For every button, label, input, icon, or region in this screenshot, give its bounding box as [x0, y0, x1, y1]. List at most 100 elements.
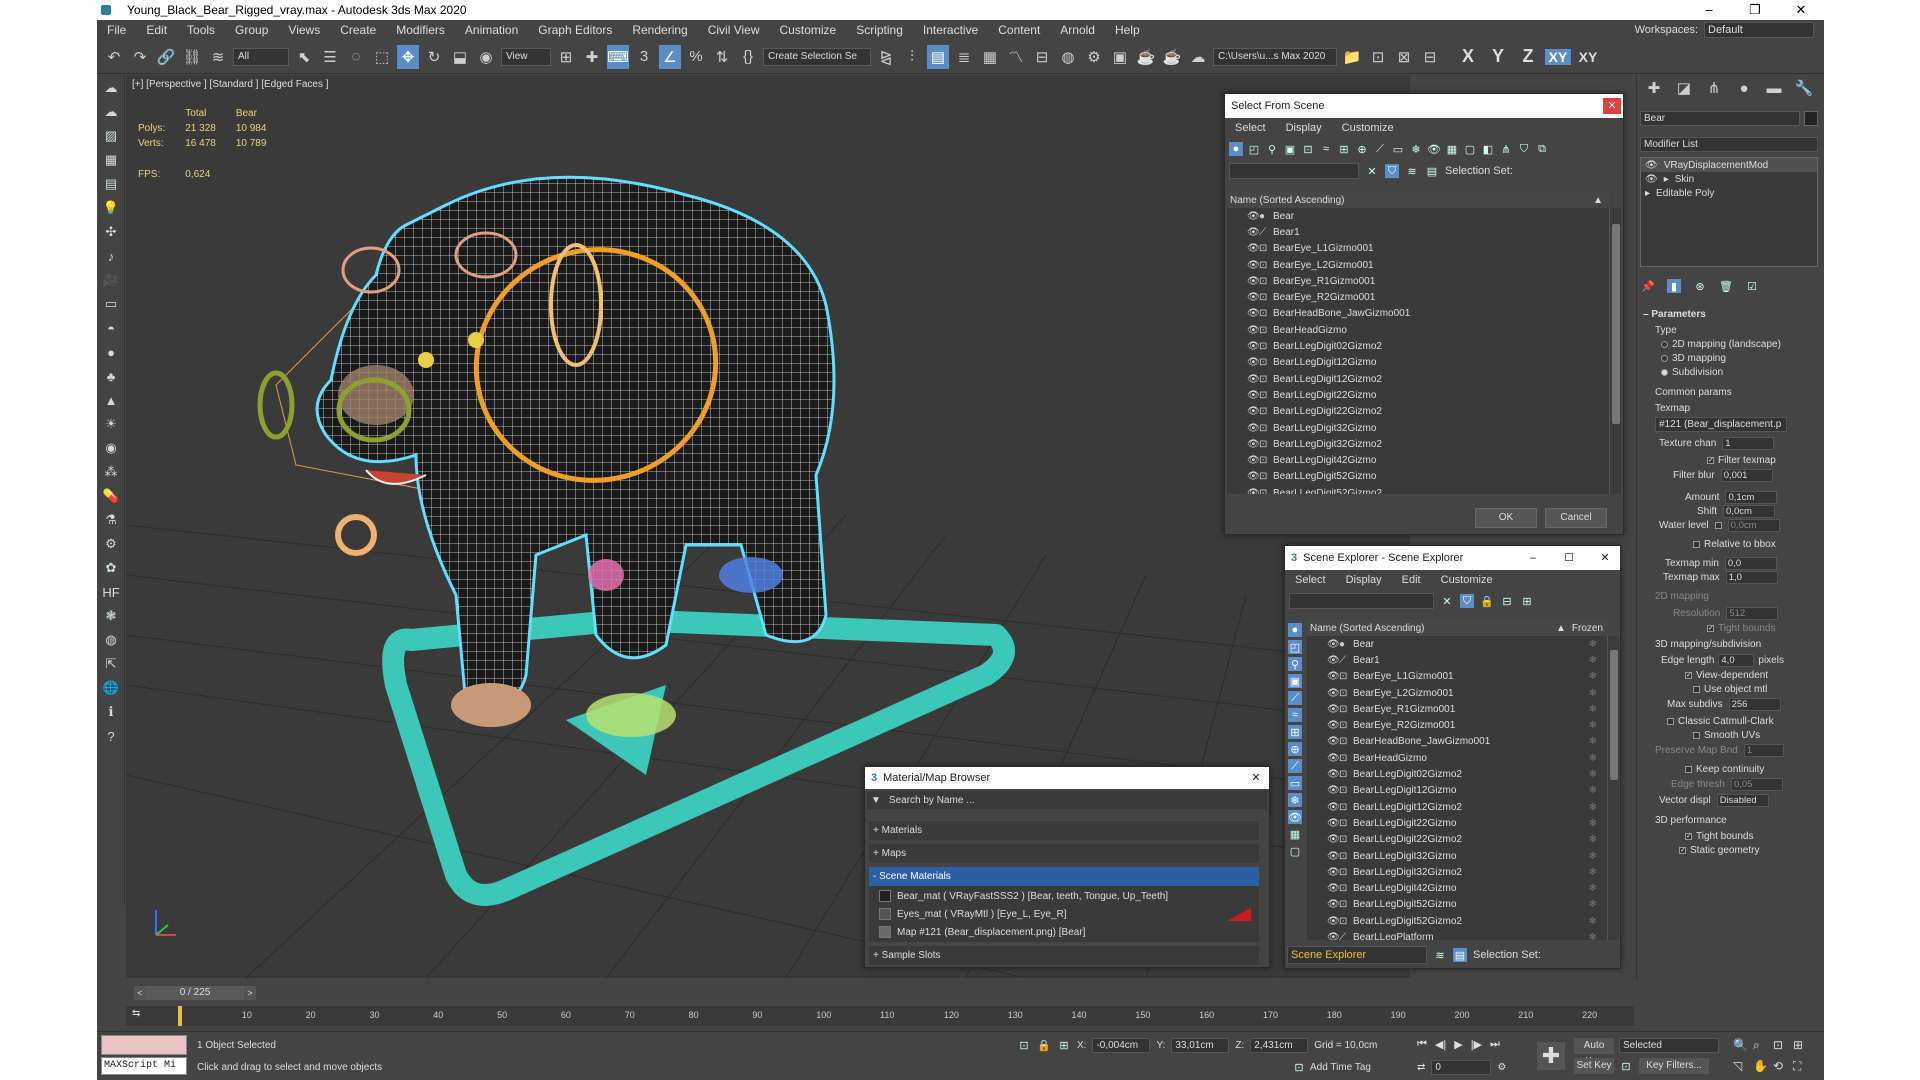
filter-containers-icon[interactable]: ▭ [1391, 142, 1405, 156]
workspace-dropdown[interactable]: Default [1704, 22, 1814, 38]
se-frozen-header[interactable]: Frozen [1572, 623, 1603, 634]
menu-graph-editors[interactable]: Graph Editors [528, 23, 622, 37]
field-of-view-icon[interactable]: ◹ [1733, 1059, 1753, 1074]
material-browser-close[interactable]: ✕ [1247, 770, 1265, 786]
dome-icon[interactable]: ◓ [99, 317, 123, 339]
vector-displ-dropdown[interactable]: Disabled [1716, 794, 1769, 807]
menu-create[interactable]: Create [330, 23, 386, 37]
helper-icon[interactable]: ✣ [99, 221, 123, 243]
visibility-eye-icon[interactable]: 👁 [1247, 341, 1260, 352]
render-cloud-icon[interactable]: ☁ [1187, 45, 1209, 69]
frozen-toggle-icon[interactable]: ❄ [1589, 802, 1597, 813]
flask-icon[interactable]: ⚗ [99, 509, 123, 531]
menu-animation[interactable]: Animation [455, 23, 528, 37]
cone-icon[interactable]: ▲ [99, 389, 123, 411]
menu-rendering[interactable]: Rendering [622, 23, 697, 37]
list-item[interactable]: 👁 ⟋ Bear1 [1227, 224, 1609, 240]
x-coord-field[interactable]: -0,004cm [1092, 1038, 1151, 1053]
visibility-eye-icon[interactable]: 👁 [1247, 260, 1260, 271]
redo-icon[interactable]: ↷ [129, 45, 151, 69]
list-item[interactable]: 👁 ⟋ Bear1 ❄ [1307, 652, 1607, 668]
se-list-scrollbar[interactable] [1607, 636, 1619, 940]
list-item[interactable]: 👁 ⊡ BearLLegDigit52Gizmo ❄ [1307, 897, 1607, 913]
type-2d-mapping[interactable]: 2D mapping (landscape) [1661, 339, 1781, 350]
frozen-toggle-icon[interactable]: ❄ [1589, 785, 1597, 796]
visibility-eye-icon[interactable]: 👁 [1327, 916, 1340, 927]
set-key-button[interactable]: Set Key [1574, 1058, 1614, 1074]
se-menu-customize[interactable]: Customize [1431, 574, 1503, 586]
amount-spinner[interactable]: 0,1cm [1725, 491, 1778, 504]
project-path-dropdown[interactable]: C:\Users\u...s Max 2020 [1213, 47, 1337, 66]
pan-icon[interactable]: ✋ [1753, 1059, 1773, 1074]
list-item[interactable]: 👁 ⊡ BearLLegDigit12Gizmo [1227, 355, 1609, 371]
list-item[interactable]: 👁 ⊡ BearLLegDigit02Gizmo2 ❄ [1307, 766, 1607, 782]
sphere-icon[interactable]: ● [99, 341, 123, 363]
se-filter-groups-icon[interactable]: ⊞ [1288, 725, 1302, 739]
visibility-eye-icon[interactable]: 👁 [1327, 867, 1340, 878]
select-list-scrollbar[interactable] [1609, 208, 1621, 494]
visibility-eye-icon[interactable]: 👁 [1327, 883, 1340, 894]
list-item[interactable]: 👁 ⊡ BearLLegDigit22Gizmo2 ❄ [1307, 832, 1607, 848]
select-invert-icon[interactable]: ◧ [1481, 142, 1495, 156]
schematic-icon[interactable]: ⊟ [1031, 45, 1053, 69]
fur-icon[interactable]: ❃ [99, 605, 123, 627]
menu-tools[interactable]: Tools [177, 23, 225, 37]
se-layers-icon[interactable]: ⊞ [1520, 594, 1534, 608]
angle-snap-icon[interactable]: ∠ [659, 44, 681, 69]
go-to-end-icon[interactable]: ⏭ [1490, 1038, 1500, 1051]
frozen-toggle-icon[interactable]: ❄ [1589, 899, 1597, 910]
smooth-uvs-checkbox[interactable]: Smooth UVs [1693, 730, 1760, 741]
frozen-toggle-icon[interactable]: ❄ [1589, 671, 1597, 682]
render-iterative-icon[interactable]: ☕ [1161, 45, 1183, 69]
mb-material-item[interactable]: Eyes_mat ( VRayMtl ) [Eye_L, Eye_R] [869, 905, 1259, 923]
move-icon[interactable]: ✥ [397, 44, 419, 69]
use-object-mtl-checkbox[interactable]: Use object mtl [1693, 684, 1767, 695]
axis-xy-cycle[interactable]: XY [1575, 49, 1601, 65]
list-item[interactable]: 👁 ⊡ BearLLegDigit32Gizmo [1227, 420, 1609, 436]
mb-material-item[interactable]: Map #121 (Bear_displacement.png) [Bear] [869, 923, 1259, 941]
list-item[interactable]: 👁 ⊡ BearLLegDigit42Gizmo ❄ [1307, 880, 1607, 896]
visibility-eye-icon[interactable]: 👁 [1327, 769, 1340, 780]
menu-group[interactable]: Group [225, 23, 278, 37]
key-filters-button[interactable]: Key Filters... [1639, 1058, 1709, 1074]
select-none-icon[interactable]: ▢ [1463, 142, 1477, 156]
frozen-toggle-icon[interactable]: ❄ [1589, 639, 1597, 650]
list-item[interactable]: 👁 ● Bear ❄ [1307, 636, 1607, 652]
selection-region-icon[interactable]: ◌ [345, 45, 367, 69]
time-tag-icon[interactable]: ⊡ [1292, 1060, 1306, 1074]
visibility-eye-icon[interactable]: 👁 [1247, 276, 1260, 287]
undo-icon[interactable]: ↶ [103, 45, 125, 69]
selection-lock-icon[interactable]: 🔒 [1037, 1039, 1051, 1053]
visibility-eye-icon[interactable]: 👁 [1247, 439, 1260, 450]
layer-icon[interactable]: ⧉ [1535, 142, 1549, 156]
menu-arnold[interactable]: Arnold [1050, 23, 1105, 37]
select-menu-display[interactable]: Display [1276, 122, 1332, 134]
list-item[interactable]: 👁 ⊡ BearEye_L1Gizmo001 [1227, 241, 1609, 257]
object-name-field[interactable]: Bear [1640, 111, 1800, 126]
mirror-icon[interactable]: ⧎ [875, 45, 897, 69]
grid-icon[interactable]: ▤ [99, 173, 123, 195]
project-set-icon[interactable]: ⊟ [1419, 45, 1441, 69]
keep-continuity-checkbox[interactable]: Keep continuity [1685, 764, 1764, 775]
capsule-icon[interactable]: 💊 [99, 485, 123, 507]
se-filter-hidden-icon[interactable]: 👁 [1288, 810, 1302, 824]
list-item[interactable]: 👁 ⊡ BearLLegDigit52Gizmo2 ❄ [1307, 913, 1607, 929]
expand-icon[interactable]: ▸ [1645, 188, 1650, 199]
visibility-eye-icon[interactable]: 👁 [1327, 688, 1340, 699]
water-level-spinner[interactable]: 0,0cm [1727, 519, 1780, 532]
visibility-eye-icon[interactable]: 👁 [1247, 227, 1260, 238]
frozen-toggle-icon[interactable]: ❄ [1589, 883, 1597, 894]
mb-section-maps[interactable]: + Maps [869, 844, 1259, 863]
orbit-icon[interactable]: ⟲ [1773, 1059, 1793, 1074]
info-icon[interactable]: ℹ [99, 701, 123, 723]
select-all-icon[interactable]: ▦ [1445, 142, 1459, 156]
current-frame-field[interactable]: 0 [1431, 1060, 1492, 1075]
axis-y[interactable]: Y [1485, 46, 1511, 67]
mb-section-sample-slots[interactable]: + Sample Slots [869, 946, 1259, 965]
panel-icon[interactable]: ▦ [99, 149, 123, 171]
list-item[interactable]: 👁 ⊡ BearHeadGizmo [1227, 322, 1609, 338]
edit-named-sets-icon[interactable]: {} [737, 45, 759, 69]
frozen-toggle-icon[interactable]: ❄ [1589, 753, 1597, 764]
menu-scripting[interactable]: Scripting [846, 23, 913, 37]
stack-item-skin[interactable]: 👁 ▸ Skin [1641, 172, 1817, 186]
